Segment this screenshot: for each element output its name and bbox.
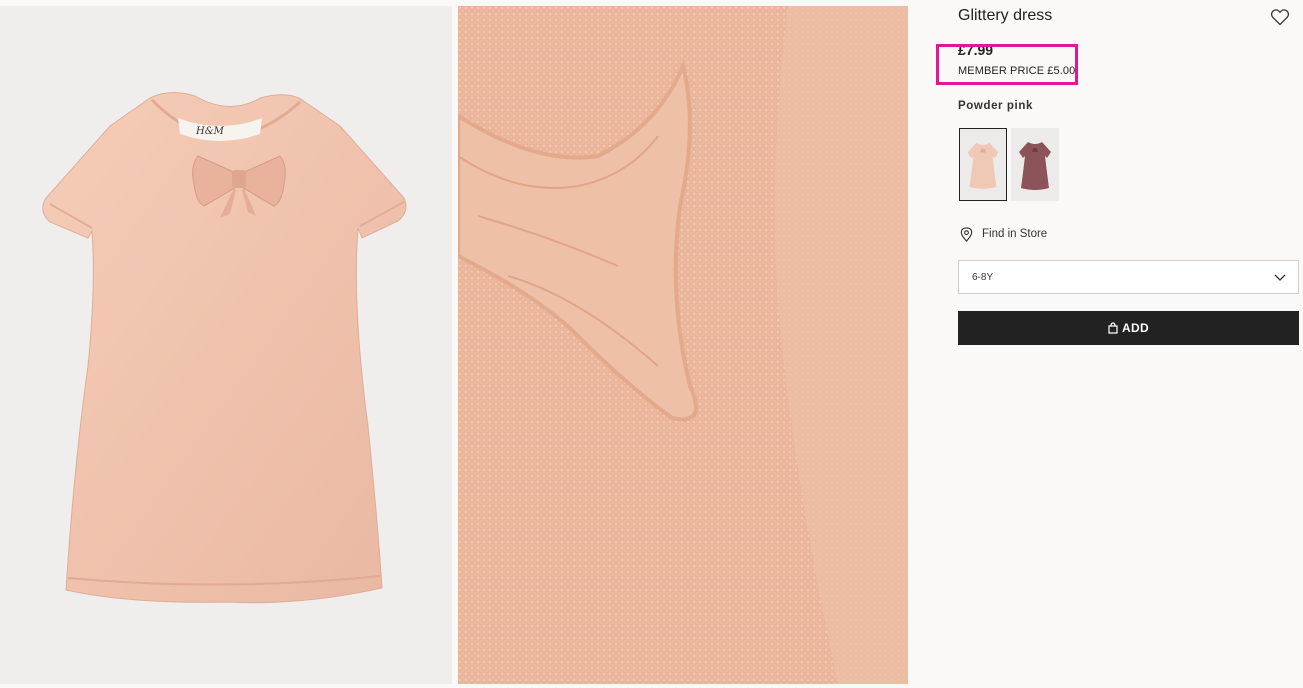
product-image-detail[interactable] bbox=[458, 6, 908, 684]
dress-swatch-pink-icon bbox=[960, 129, 1006, 200]
product-info-panel: Glittery dress £7.99 MEMBER PRICE £5.00 … bbox=[936, 0, 1299, 688]
selected-size: 6-8Y bbox=[972, 272, 994, 283]
shopping-bag-icon bbox=[1108, 322, 1118, 334]
product-image-front[interactable]: H&M bbox=[0, 6, 452, 684]
dress-front-image: H&M bbox=[0, 6, 452, 684]
add-button-label: ADD bbox=[1122, 321, 1149, 335]
dress-label-text: H&M bbox=[195, 126, 225, 137]
find-in-store-link[interactable]: Find in Store bbox=[960, 225, 1047, 243]
product-page: H&M Glittery dress £7.99 MEMBER PRICE £5… bbox=[0, 0, 1303, 688]
selected-color-name: Powder pink bbox=[958, 100, 1033, 112]
size-dropdown[interactable]: 6-8Y bbox=[958, 260, 1299, 294]
color-swatch-mauve[interactable] bbox=[1011, 128, 1059, 201]
location-pin-icon bbox=[960, 226, 973, 242]
product-price: £7.99 bbox=[958, 42, 994, 58]
chevron-down-icon bbox=[1274, 274, 1286, 281]
dress-swatch-mauve-icon bbox=[1011, 128, 1059, 201]
color-swatch-powder-pink[interactable] bbox=[959, 128, 1007, 201]
product-title: Glittery dress bbox=[958, 7, 1053, 24]
find-in-store-label: Find in Store bbox=[982, 228, 1048, 240]
heart-icon[interactable] bbox=[1270, 7, 1290, 27]
dress-detail-image bbox=[458, 6, 908, 684]
member-price: MEMBER PRICE £5.00 bbox=[958, 65, 1076, 77]
add-to-bag-button[interactable]: ADD bbox=[958, 311, 1299, 345]
